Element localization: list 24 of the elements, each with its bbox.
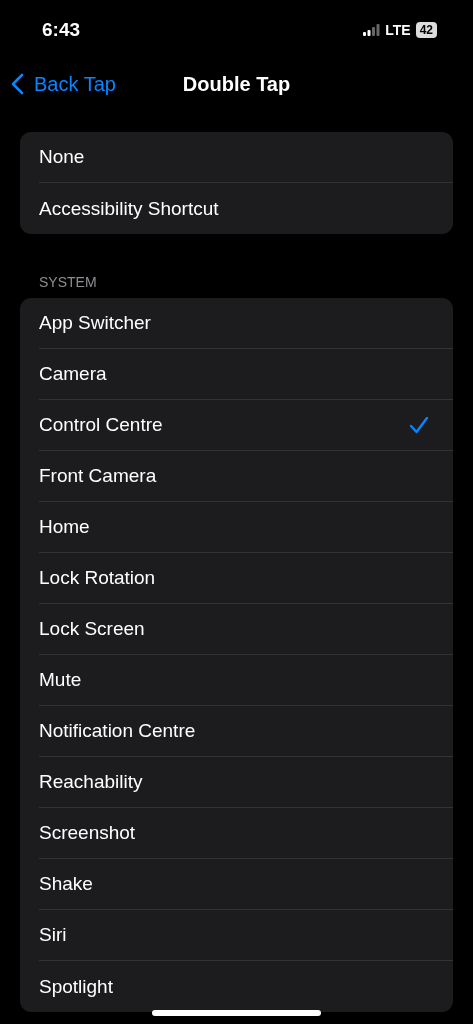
option-row[interactable]: Home <box>39 502 453 553</box>
option-row[interactable]: Accessibility Shortcut <box>39 183 453 234</box>
option-row[interactable]: Mute <box>39 655 453 706</box>
status-time: 6:43 <box>42 19 81 41</box>
option-row[interactable]: Lock Rotation <box>39 553 453 604</box>
option-row[interactable]: Camera <box>39 349 453 400</box>
chevron-left-icon <box>11 73 24 95</box>
option-row[interactable]: Screenshot <box>39 808 453 859</box>
back-button[interactable]: Back Tap <box>0 72 116 96</box>
option-row[interactable]: Lock Screen <box>39 604 453 655</box>
option-row[interactable]: None <box>39 132 453 183</box>
battery-level: 42 <box>415 22 437 38</box>
option-row[interactable]: Siri <box>39 910 453 961</box>
option-row[interactable]: Front Camera <box>39 451 453 502</box>
option-row[interactable]: Shake <box>39 859 453 910</box>
option-row[interactable]: App Switcher <box>39 298 453 349</box>
option-row[interactable]: Control Centre <box>39 400 453 451</box>
page-title: Double Tap <box>182 72 291 96</box>
option-row[interactable]: Notification Centre <box>39 706 453 757</box>
network-label: LTE <box>385 22 411 38</box>
section-header: SYSTEM <box>39 274 98 290</box>
signal-icon <box>363 24 381 36</box>
option-row[interactable]: Spotlight <box>39 961 453 1012</box>
option-row[interactable]: Reachability <box>39 757 453 808</box>
